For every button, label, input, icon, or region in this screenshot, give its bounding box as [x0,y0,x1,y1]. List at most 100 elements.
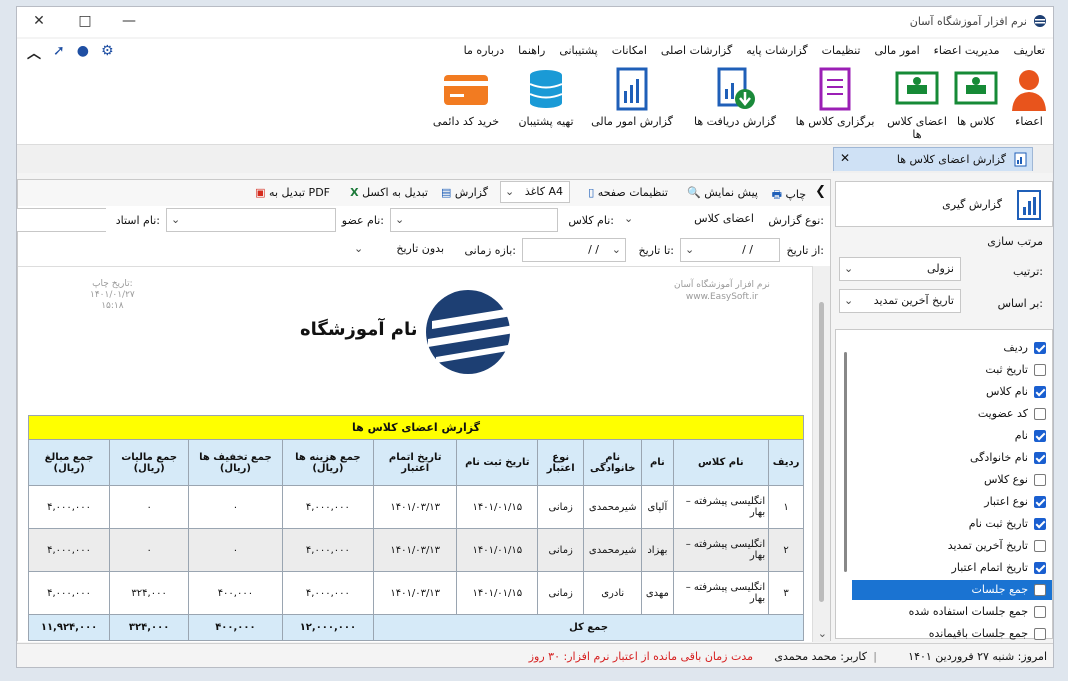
table-cell: انگلیسی پیشرفته – بهار [672,528,770,572]
column-option[interactable]: تاریخ ثبت [852,360,1052,380]
table-header-cell: جمع مالیات (ریال) [109,439,190,486]
viewer-scrollbar[interactable]: ⌄ [812,266,830,642]
table-cell: ۲ [768,528,804,572]
sort-title: مرتب سازی [987,235,1043,248]
board-icon [954,71,998,105]
table-cell: ۴,۰۰۰,۰۰۰ [27,485,111,529]
to-date-input[interactable]: / / ⌄ [522,238,626,262]
checkbox[interactable] [1034,584,1046,596]
column-option[interactable]: جمع جلسات استفاده شده [852,602,1052,622]
checkbox[interactable] [1034,474,1046,486]
minimize-window-button[interactable]: — [117,11,141,31]
members-button[interactable]: اعضاء [1009,67,1049,128]
checkbox[interactable] [1034,540,1046,552]
school-name: نام آموزشگاه [300,319,418,340]
classes-button[interactable]: کلاس ها [949,67,1003,128]
export-excel-button[interactable]: X تبدیل به اکسل [350,186,428,199]
basis-select[interactable]: تاریخ آخرین تمدید ⌄ [839,289,961,313]
gear-icon[interactable]: ⚙ [101,43,114,63]
receipts-report-button[interactable]: گزارش دریافت ها [687,67,783,128]
user-icon[interactable]: ● [77,43,89,63]
checkbox[interactable] [1034,606,1046,618]
checkbox[interactable] [1034,452,1046,464]
menu-item-3[interactable]: تنظیمات [822,44,861,57]
chevron-down-icon: ⌄ [611,243,621,256]
print-button[interactable]: 🖶 چاپ [772,186,806,205]
member-name-select[interactable]: ⌄ [166,208,336,232]
teacher-name-select[interactable] [17,208,106,232]
scroll-down-icon[interactable]: ⌄ [818,627,827,640]
report-type-select[interactable]: اعضای کلاس ⌄ [620,208,760,232]
class-members-button[interactable]: اعضای کلاس ها [885,67,949,141]
period-select[interactable]: بدون تاریخ ⌄ [350,238,450,262]
export-pdf-button[interactable]: ▣ تبدیل به PDF [255,186,330,199]
menu-bar: ︿ ➚ ● ⚙ تعاریف مدیریت اعضاء امور مالی تنظیم… [17,39,1053,63]
tab-class-members-report[interactable]: گزارش اعضای کلاس ها ✕ [833,147,1033,171]
column-option[interactable]: نام کلاس [852,382,1052,402]
document-icon [819,67,851,111]
hold-classes-button[interactable]: برگزاری کلاس ها [791,67,879,128]
checkbox[interactable] [1034,562,1046,574]
column-option[interactable]: تاریخ اتمام اعتبار [852,558,1052,578]
close-tab-icon[interactable]: ✕ [840,151,850,165]
checkbox[interactable] [1034,386,1046,398]
table-row: ۲ انگلیسی پیشرفته – بهار بهزاد شیرمحمدی زمان… [27,528,804,572]
table-header-row: ردیف نام کلاس نام نام خانوادگی نوع اعتبار تار… [27,439,804,486]
table-header-cell: جمع هزینه ها (ریال) [281,439,375,486]
totals-cell: ۱۱,۹۲۴,۰۰۰ [27,614,111,641]
column-option-label: تاریخ ثبت [985,363,1028,376]
menu-item-0[interactable]: تعاریف [1014,44,1045,57]
finance-report-button[interactable]: گزارش امور مالی [587,67,677,128]
close-window-button[interactable]: ✕ [27,11,51,31]
preview-button[interactable]: 🔍 پیش نمایش [687,186,758,199]
column-option[interactable]: نام [852,426,1052,446]
column-option[interactable]: نام خانوادگی [852,448,1052,468]
checkbox[interactable] [1034,518,1046,530]
menu-item-8[interactable]: راهنما [518,44,545,57]
menu-item-1[interactable]: مدیریت اعضاء [934,44,1000,57]
menu-item-9[interactable]: درباره ما [464,44,504,57]
menu-item-5[interactable]: گزارشات اصلی [661,44,732,57]
menu-item-6[interactable]: امکانات [612,44,647,57]
page-settings-button[interactable]: ▯ تنظیمات صفحه [588,186,668,199]
checkbox[interactable] [1034,364,1046,376]
column-option[interactable]: ردیف [852,338,1052,358]
totals-cell: ۱۲,۰۰۰,۰۰۰ [281,614,375,641]
column-option[interactable]: تاریخ ثبت نام [852,514,1052,534]
column-option-label: نوع اعتبار [984,495,1028,508]
arrow-up-right-icon[interactable]: ➚ [53,43,65,63]
list-scrollbar[interactable] [840,338,852,628]
menu-item-7[interactable]: پشتیبانی [559,44,597,57]
status-user: کاربر: محمد محمدی [774,650,867,663]
column-option[interactable]: جمع جلسات [852,580,1052,600]
class-name-select[interactable]: ⌄ [390,208,558,232]
column-option[interactable]: تاریخ آخرین تمدید [852,536,1052,556]
column-option-label: کد عضویت [977,407,1028,420]
collapse-ribbon-icon[interactable]: ︿ [27,43,41,63]
database-icon [529,70,563,108]
checkbox[interactable] [1034,342,1046,354]
checkbox[interactable] [1034,408,1046,420]
checkbox[interactable] [1034,496,1046,508]
generate-report-button[interactable]: گزارش گیری [835,181,1053,227]
column-option[interactable]: جمع جلسات باقیمانده [852,624,1052,644]
table-header-cell: جمع تخفیف ها (ریال) [188,439,283,486]
checkbox[interactable] [1034,430,1046,442]
backup-button[interactable]: تهیه پشتیبان [513,67,579,128]
report-button[interactable]: ▤ گزارش [441,186,488,199]
checkbox[interactable] [1034,628,1046,640]
from-date-input[interactable]: / / ⌄ [680,238,780,262]
menu-item-4[interactable]: گزارشات پایه [746,44,807,57]
order-select[interactable]: نزولی ⌄ [839,257,961,281]
column-option[interactable]: نوع کلاس [852,470,1052,490]
column-option[interactable]: کد عضویت [852,404,1052,424]
from-date-label: از تاریخ: [786,244,824,257]
buy-license-button[interactable]: خرید کد دائمی [429,67,503,128]
column-option[interactable]: نوع اعتبار [852,492,1052,512]
collapse-panel-icon[interactable]: ❮ [815,184,826,199]
paper-select[interactable]: کاغذ A4 ⌄ [500,181,570,203]
menu-item-2[interactable]: امور مالی [874,44,919,57]
report-icon [1017,190,1041,220]
maximize-window-button[interactable]: □ [73,11,97,31]
report-viewer: ❮ 🖶 چاپ 🔍 پیش نمایش ▯ تنظیمات صفحه کاغذ … [17,179,831,642]
